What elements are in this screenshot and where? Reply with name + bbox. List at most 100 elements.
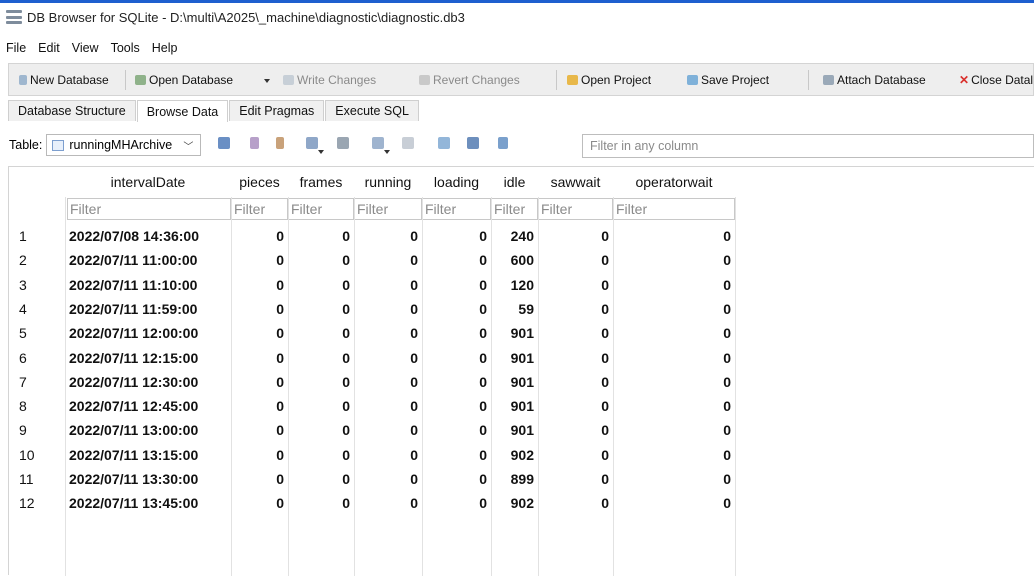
filter-icon[interactable]: [498, 137, 508, 149]
table-cell[interactable]: 0: [538, 443, 609, 467]
table-cell[interactable]: 0: [231, 370, 284, 394]
filter-cell-loading[interactable]: [422, 198, 491, 220]
table-row[interactable]: 1 2022/07/08 14:36:00 0 0 0 0 240 0 0: [9, 224, 789, 248]
table-cell[interactable]: 0: [538, 467, 609, 491]
table-cell[interactable]: 0: [422, 443, 487, 467]
table-cell[interactable]: 0: [354, 491, 418, 515]
table-row[interactable]: 4 2022/07/11 11:59:00 0 0 0 0 59 0 0: [9, 297, 789, 321]
table-cell[interactable]: 2022/07/11 11:59:00: [65, 297, 231, 321]
table-cell[interactable]: 0: [288, 491, 350, 515]
table-row[interactable]: 3 2022/07/11 11:10:00 0 0 0 0 120 0 0: [9, 273, 789, 297]
column-filter-input[interactable]: [614, 199, 734, 219]
column-header-frames[interactable]: frames: [288, 167, 354, 197]
filter-cell-frames[interactable]: [288, 198, 354, 220]
table-cell[interactable]: 0: [354, 394, 418, 418]
new-database-button[interactable]: New Database: [13, 68, 115, 92]
table-cell[interactable]: 0: [422, 491, 487, 515]
tab-database-structure[interactable]: Database Structure: [8, 100, 136, 121]
open-database-button[interactable]: Open Database: [129, 68, 239, 92]
table-cell[interactable]: 0: [231, 273, 284, 297]
table-cell[interactable]: 0: [613, 491, 731, 515]
write-changes-button[interactable]: Write Changes: [277, 68, 382, 92]
attach-database-button[interactable]: Attach Database: [817, 68, 932, 92]
table-cell[interactable]: 0: [231, 321, 284, 345]
tab-execute-sql[interactable]: Execute SQL: [325, 100, 419, 121]
table-cell[interactable]: 0: [422, 394, 487, 418]
filter-cell-sawwait[interactable]: [538, 198, 613, 220]
table-cell[interactable]: 0: [422, 297, 487, 321]
table-cell[interactable]: 0: [613, 418, 731, 442]
table-cell[interactable]: 0: [613, 394, 731, 418]
table-cell[interactable]: 0: [354, 224, 418, 248]
table-cell[interactable]: 899: [491, 467, 534, 491]
table-cell[interactable]: 0: [422, 418, 487, 442]
table-row[interactable]: 2 2022/07/11 11:00:00 0 0 0 0 600 0 0: [9, 248, 789, 272]
table-cell[interactable]: 0: [231, 394, 284, 418]
table-cell[interactable]: 2022/07/11 12:30:00: [65, 370, 231, 394]
table-select[interactable]: runningMHArchive ﹀: [46, 134, 202, 156]
table-row[interactable]: 10 2022/07/11 13:15:00 0 0 0 0 902 0 0: [9, 443, 789, 467]
menu-edit[interactable]: Edit: [32, 41, 66, 55]
find-icon[interactable]: [438, 137, 450, 149]
table-cell[interactable]: 0: [354, 273, 418, 297]
column-filter-input[interactable]: [492, 199, 537, 219]
insert-record-dropdown-icon[interactable]: [384, 150, 390, 154]
table-cell[interactable]: 0: [613, 224, 731, 248]
filter-cell-pieces[interactable]: [231, 198, 288, 220]
table-cell[interactable]: 120: [491, 273, 534, 297]
clear-filters-icon[interactable]: [250, 137, 259, 149]
table-cell[interactable]: 0: [538, 418, 609, 442]
column-header-pieces[interactable]: pieces: [231, 167, 288, 197]
filter-cell-idle[interactable]: [491, 198, 538, 220]
table-cell[interactable]: 0: [422, 467, 487, 491]
table-cell[interactable]: 0: [354, 443, 418, 467]
table-cell[interactable]: 901: [491, 394, 534, 418]
table-cell[interactable]: 0: [422, 224, 487, 248]
filter-any-column-input[interactable]: [588, 135, 1032, 157]
table-cell[interactable]: 0: [613, 346, 731, 370]
table-cell[interactable]: 0: [231, 297, 284, 321]
table-cell[interactable]: 0: [231, 418, 284, 442]
table-row[interactable]: 11 2022/07/11 13:30:00 0 0 0 0 899 0 0: [9, 467, 789, 491]
table-cell[interactable]: 0: [231, 443, 284, 467]
table-cell[interactable]: 0: [538, 346, 609, 370]
table-cell[interactable]: 0: [354, 418, 418, 442]
table-cell[interactable]: 2022/07/11 13:00:00: [65, 418, 231, 442]
revert-changes-button[interactable]: Revert Changes: [413, 68, 526, 92]
insert-record-icon[interactable]: [372, 137, 384, 149]
table-cell[interactable]: 2022/07/11 12:15:00: [65, 346, 231, 370]
table-cell[interactable]: 0: [354, 467, 418, 491]
table-cell[interactable]: 0: [288, 321, 350, 345]
table-cell[interactable]: 0: [422, 321, 487, 345]
save-project-button[interactable]: Save Project: [681, 68, 775, 92]
table-cell[interactable]: 0: [288, 248, 350, 272]
open-database-dropdown-icon[interactable]: [264, 79, 270, 83]
filter-any-column-field[interactable]: [582, 134, 1034, 158]
print-icon[interactable]: [337, 137, 349, 149]
menu-help[interactable]: Help: [146, 41, 184, 55]
table-cell[interactable]: 0: [288, 370, 350, 394]
menu-tools[interactable]: Tools: [105, 41, 146, 55]
table-cell[interactable]: 901: [491, 346, 534, 370]
column-header-operatorwait[interactable]: operatorwait: [613, 167, 735, 197]
column-filter-input[interactable]: [289, 199, 353, 219]
table-cell[interactable]: 2022/07/11 13:30:00: [65, 467, 231, 491]
table-cell[interactable]: 0: [422, 346, 487, 370]
save-results-icon[interactable]: [306, 137, 318, 149]
table-cell[interactable]: 0: [538, 224, 609, 248]
table-cell[interactable]: 59: [491, 297, 534, 321]
table-cell[interactable]: 0: [231, 467, 284, 491]
column-header-loading[interactable]: loading: [422, 167, 491, 197]
filter-cell-intervaldate[interactable]: [67, 198, 231, 220]
table-cell[interactable]: 0: [422, 273, 487, 297]
table-cell[interactable]: 0: [288, 467, 350, 491]
table-row[interactable]: 8 2022/07/11 12:45:00 0 0 0 0 901 0 0: [9, 394, 789, 418]
table-row[interactable]: 12 2022/07/11 13:45:00 0 0 0 0 902 0 0: [9, 491, 789, 515]
table-cell[interactable]: 0: [354, 248, 418, 272]
tab-browse-data[interactable]: Browse Data: [136, 100, 229, 122]
table-cell[interactable]: 240: [491, 224, 534, 248]
table-row[interactable]: 6 2022/07/11 12:15:00 0 0 0 0 901 0 0: [9, 346, 789, 370]
menu-view[interactable]: View: [66, 41, 105, 55]
table-cell[interactable]: 902: [491, 491, 534, 515]
delete-record-icon[interactable]: [402, 137, 414, 149]
